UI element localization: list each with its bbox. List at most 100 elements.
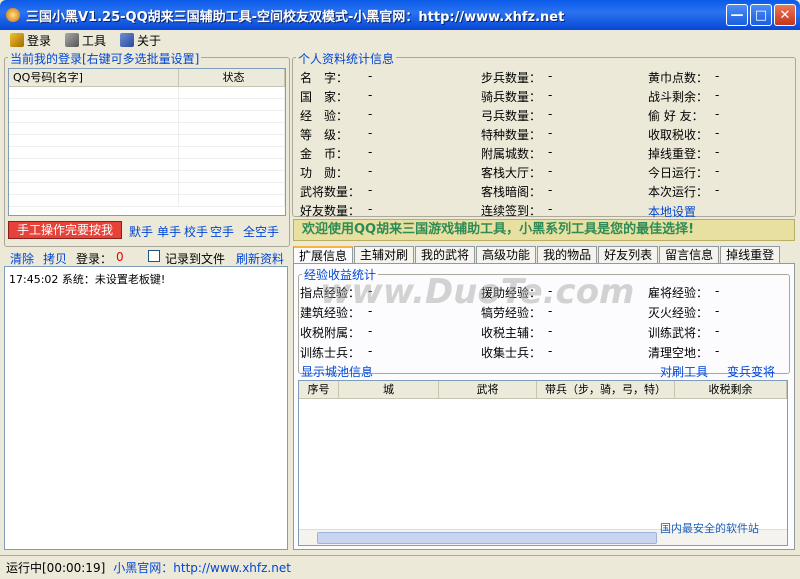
table-row[interactable]	[9, 183, 285, 195]
stat-label: 好友数量：	[300, 204, 361, 218]
stat-value: -	[368, 183, 373, 197]
exp-value: -	[715, 304, 720, 318]
stat-label: 弓兵数量：	[481, 109, 542, 123]
menu-about[interactable]: 关于	[120, 32, 161, 49]
tab-6[interactable]: 留言信息	[659, 246, 720, 264]
stat-label: 收取税收：	[648, 128, 709, 142]
exp-value: -	[715, 324, 720, 338]
stat-value: -	[548, 202, 553, 216]
exp-label: 训练士兵：	[300, 346, 361, 360]
log-area[interactable]: 17:45:02 系统：未设置老板键!	[4, 266, 288, 550]
action-4[interactable]: 空手	[210, 223, 234, 240]
record-checkbox[interactable]	[148, 250, 160, 262]
menu-login[interactable]: 登录	[10, 32, 51, 49]
exp-label: 收税附属：	[300, 326, 361, 340]
refresh-link[interactable]: 刷新资料	[236, 250, 284, 267]
stat-value: -	[715, 107, 720, 121]
window-title: 三国小黑V1.25-QQ胡来三国辅助工具-空间校友双模式-小黑官网：http:/…	[26, 9, 565, 25]
stat-value: -	[548, 145, 553, 159]
stat-label: 连续签到：	[481, 204, 542, 218]
exp-label: 收税主辅：	[481, 326, 542, 340]
stat-value: -	[368, 202, 373, 216]
tab-0[interactable]: 扩展信息	[293, 246, 354, 264]
stat-value: -	[715, 88, 720, 102]
exp-label: 收集士兵：	[481, 346, 542, 360]
gcol-index[interactable]: 序号	[299, 381, 339, 398]
tool1-link[interactable]: 对刷工具	[660, 363, 708, 380]
action-2[interactable]: 单手	[157, 223, 181, 240]
clear-link[interactable]: 清除	[10, 250, 34, 267]
stat-label: 今日运行：	[648, 166, 709, 180]
key-icon	[10, 33, 24, 47]
tool2-link[interactable]: 变兵变将	[727, 363, 775, 380]
stat-label: 附属城数：	[481, 147, 542, 161]
tab-3[interactable]: 高级功能	[476, 246, 537, 264]
table-row[interactable]	[9, 87, 285, 99]
stat-label: 偷 好 友：	[648, 109, 704, 123]
stat-value: -	[715, 183, 720, 197]
local-settings-link[interactable]: 本地设置	[648, 203, 696, 220]
tab-strip: 扩展信息 主辅对刷 我的武将 高级功能 我的物品 好友列表 留言信息 掉线重登	[293, 246, 781, 264]
stat-value: -	[368, 164, 373, 178]
stat-label: 名 字：	[300, 71, 349, 85]
table-row[interactable]	[9, 171, 285, 183]
close-button[interactable]: ✕	[774, 4, 796, 26]
stat-label: 战斗剩余：	[648, 90, 709, 104]
watermark: www.DuoTe.com	[320, 272, 635, 312]
stat-value: -	[715, 69, 720, 83]
exp-value: -	[368, 324, 373, 338]
login-label: 登录：	[76, 252, 113, 266]
stat-value: -	[548, 183, 553, 197]
col-qq[interactable]: QQ号码[名字]	[9, 69, 179, 86]
gcol-troops[interactable]: 带兵（步，骑，弓，特）	[537, 381, 675, 398]
table-row[interactable]	[9, 123, 285, 135]
stat-label: 步兵数量：	[481, 71, 542, 85]
tab-7[interactable]: 掉线重登	[720, 246, 781, 264]
stat-value: -	[715, 164, 720, 178]
table-row[interactable]	[9, 147, 285, 159]
tab-5[interactable]: 好友列表	[598, 246, 659, 264]
book-icon	[120, 33, 135, 47]
table-row[interactable]	[9, 135, 285, 147]
site-label: 小黑官网：	[113, 561, 174, 575]
stat-value: -	[548, 69, 553, 83]
exp-value: -	[548, 344, 553, 358]
menu-tools[interactable]: 工具	[65, 32, 106, 49]
tab-4[interactable]: 我的物品	[537, 246, 598, 264]
stat-value: -	[548, 126, 553, 140]
stat-value: -	[368, 69, 373, 83]
gcol-general[interactable]: 武将	[439, 381, 537, 398]
table-row[interactable]	[9, 111, 285, 123]
manual-op-button[interactable]: 手工操作完要按我	[8, 221, 122, 239]
stat-value: -	[368, 88, 373, 102]
site-url[interactable]: http://www.xhfz.net	[173, 561, 291, 575]
stat-value: -	[715, 145, 720, 159]
stat-value: -	[368, 126, 373, 140]
watermark-site: 国内最安全的软件站	[660, 522, 759, 535]
gcol-city[interactable]: 城	[339, 381, 439, 398]
minimize-button[interactable]: —	[726, 4, 748, 26]
login-group-title: 当前我的登录[右键可多选批量设置]	[8, 50, 202, 67]
action-5[interactable]: 全空手	[243, 223, 279, 240]
tab-2[interactable]: 我的武将	[415, 246, 476, 264]
qq-list[interactable]: QQ号码[名字] 状态	[8, 68, 286, 216]
scroll-thumb[interactable]	[317, 532, 657, 544]
table-row[interactable]	[9, 99, 285, 111]
copy-link[interactable]: 拷贝	[43, 250, 67, 267]
stat-label: 经 验：	[300, 109, 349, 123]
tab-1[interactable]: 主辅对刷	[354, 246, 415, 264]
welcome-banner: 欢迎使用QQ胡来三国游戏辅助工具，小黑系列工具是您的最佳选择!	[293, 219, 795, 241]
table-row[interactable]	[9, 195, 285, 207]
table-row[interactable]	[9, 159, 285, 171]
action-1[interactable]: 默手	[129, 223, 153, 240]
gcol-tax[interactable]: 收税剩余	[675, 381, 787, 398]
stat-label: 骑兵数量：	[481, 90, 542, 104]
stat-label: 客栈大厅：	[481, 166, 542, 180]
action-3[interactable]: 校手	[184, 223, 208, 240]
stat-label: 功 勋：	[300, 166, 349, 180]
stat-label: 金 币：	[300, 147, 349, 161]
show-city-link[interactable]: 显示城池信息	[301, 363, 373, 380]
app-icon	[6, 8, 20, 22]
maximize-button[interactable]: □	[750, 4, 772, 26]
col-status[interactable]: 状态	[179, 69, 285, 86]
